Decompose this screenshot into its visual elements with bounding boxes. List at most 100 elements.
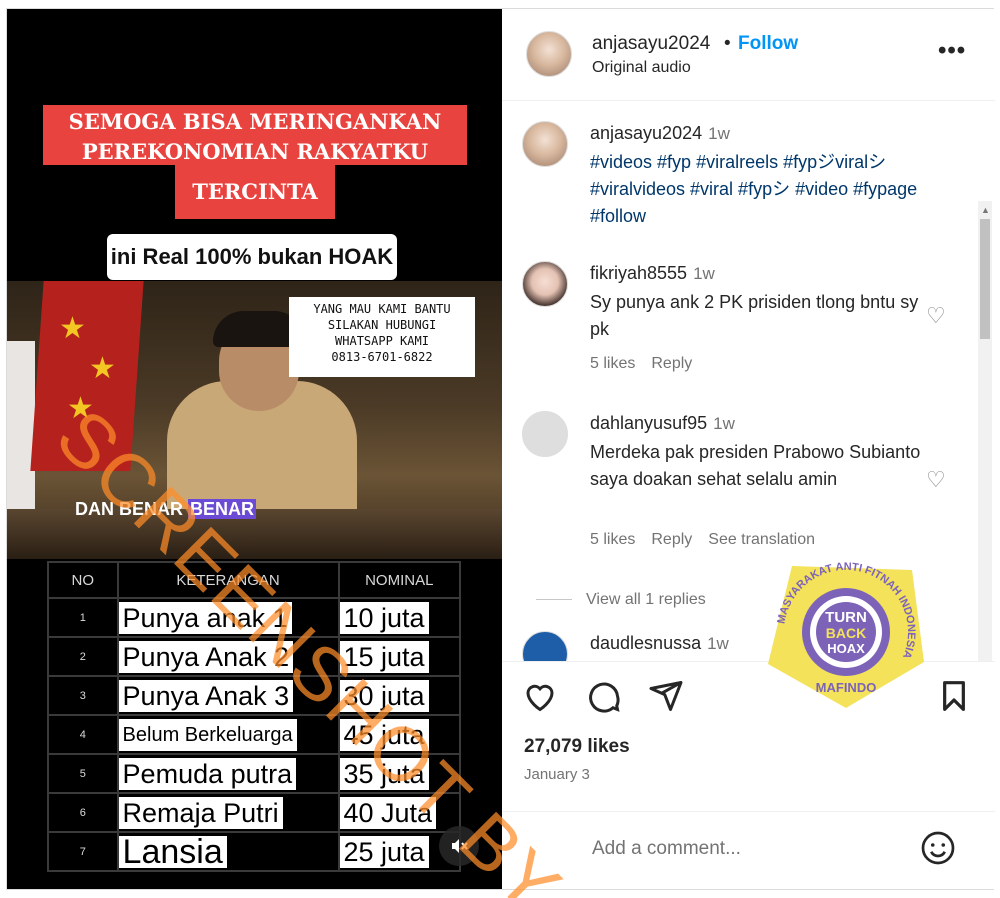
follow-button[interactable]: Follow bbox=[738, 33, 798, 55]
comment-likes[interactable]: 5 likes bbox=[590, 531, 635, 548]
post-header: anjasayu2024 • Follow Original audio ••• bbox=[502, 9, 995, 101]
comment-text: Sy punya ank 2 PK prisiden tlong bntu sy… bbox=[590, 292, 919, 339]
table-cell-no: 7 bbox=[47, 831, 119, 872]
table-header: KETERANGAN bbox=[116, 561, 340, 599]
table-cell-no: 2 bbox=[47, 636, 119, 677]
comment-username[interactable]: anjasayu2024 bbox=[590, 123, 702, 143]
badge-back: BACK bbox=[826, 625, 866, 641]
table-cell-keterangan: Lansia bbox=[116, 831, 340, 872]
table-header: NO bbox=[47, 561, 119, 599]
table-cell-nominal: 15 juta bbox=[337, 636, 461, 677]
keterangan-text: Lansia bbox=[118, 835, 227, 869]
share-paper-plane-icon[interactable] bbox=[648, 678, 684, 714]
table-cell-keterangan: Remaja Putri bbox=[116, 792, 340, 833]
contact-line: WHATSAPP KAMI bbox=[335, 334, 429, 348]
table-cell-no: 5 bbox=[47, 753, 119, 794]
table-cell-no: 1 bbox=[47, 597, 119, 638]
avatar[interactable] bbox=[522, 121, 568, 167]
table-cell-nominal: 40 Juta bbox=[337, 792, 461, 833]
comment-time[interactable]: 1w bbox=[708, 124, 730, 143]
view-replies-link[interactable]: View all 1 replies bbox=[586, 591, 706, 609]
nominal-text: 30 juta bbox=[339, 679, 429, 712]
comment-username[interactable]: fikriyah8555 bbox=[590, 263, 687, 283]
table-cell-no: 3 bbox=[47, 675, 119, 716]
keterangan-text: Belum Berkeluarga bbox=[118, 718, 297, 751]
subtitle-highlight: BENAR bbox=[188, 499, 257, 519]
comment-meta: 5 likes Reply See translation bbox=[590, 531, 831, 549]
table-row: 5 Pemuda putra 35 juta bbox=[47, 753, 461, 794]
table-row: 4 Belum Berkeluarga 45 juta bbox=[47, 714, 461, 755]
more-options-icon[interactable]: ••• bbox=[938, 37, 966, 65]
nominal-text: 10 juta bbox=[339, 601, 429, 634]
comment-bubble-icon[interactable] bbox=[586, 678, 622, 714]
nominal-text: 45 juta bbox=[339, 718, 429, 751]
comment-time[interactable]: 1w bbox=[713, 414, 735, 433]
speaker-muted-icon bbox=[452, 839, 468, 853]
nominal-text: 40 Juta bbox=[339, 796, 437, 829]
table-cell-keterangan: Punya Anak 2 bbox=[116, 636, 340, 677]
comment-username[interactable]: daudlesnussa bbox=[590, 633, 701, 653]
contact-line: YANG MAU KAMI BANTU bbox=[313, 302, 451, 316]
comment-likes[interactable]: 5 likes bbox=[590, 355, 635, 372]
comments-scrollbar[interactable]: ▲ ▼ bbox=[978, 201, 992, 661]
emoji-icon[interactable] bbox=[920, 830, 956, 866]
mute-button[interactable] bbox=[439, 826, 479, 866]
avatar[interactable] bbox=[526, 31, 572, 77]
save-bookmark-icon[interactable] bbox=[938, 678, 970, 714]
nominal-text: 35 juta bbox=[339, 757, 429, 790]
comment-input[interactable]: Add a comment... bbox=[592, 838, 741, 860]
heart-outline-icon[interactable]: ♡ bbox=[926, 303, 946, 329]
scroll-thumb[interactable] bbox=[980, 219, 990, 339]
badge-hoax: HOAX bbox=[827, 641, 865, 656]
table-cell-nominal: 35 juta bbox=[337, 753, 461, 794]
keterangan-text: Remaja Putri bbox=[118, 796, 283, 829]
keterangan-text: Pemuda putra bbox=[118, 757, 297, 790]
table-row: 1 Punya anak 1 10 juta bbox=[47, 597, 461, 638]
table-row: 6 Remaja Putri 40 Juta bbox=[47, 792, 461, 833]
separator-dot: • bbox=[724, 33, 731, 54]
like-heart-icon[interactable] bbox=[522, 678, 558, 714]
table-cell-no: 6 bbox=[47, 792, 119, 833]
table-cell-nominal: 30 juta bbox=[337, 675, 461, 716]
video-subtitle: DAN BENAR BENAR bbox=[75, 499, 257, 520]
caption-hashtags[interactable]: #videos #fyp #viralreels #fypジviralシ #vi… bbox=[590, 149, 940, 230]
comment-time[interactable]: 1w bbox=[707, 634, 729, 653]
nominal-table: NO KETERANGAN NOMINAL 1 Punya anak 1 10 ju… bbox=[47, 561, 461, 872]
subtitle-text: DAN BENAR bbox=[75, 499, 189, 519]
reply-button[interactable]: Reply bbox=[651, 355, 692, 372]
keterangan-text: Punya Anak 2 bbox=[118, 640, 294, 673]
comment-username[interactable]: dahlanyusuf95 bbox=[590, 413, 707, 433]
see-translation-link[interactable]: See translation bbox=[708, 531, 815, 548]
comment-time[interactable]: 1w bbox=[693, 264, 715, 283]
avatar[interactable] bbox=[522, 631, 568, 661]
scroll-up-icon[interactable]: ▲ bbox=[981, 205, 990, 215]
red-flag bbox=[30, 281, 144, 471]
keterangan-text: Punya Anak 3 bbox=[118, 679, 294, 712]
video-banner-top: SEMOGA BISA MERINGANKAN PEREKONOMIAN RAK… bbox=[43, 105, 467, 165]
heart-outline-icon[interactable]: ♡ bbox=[926, 467, 946, 493]
banner-line-2: PEREKONOMIAN RAKYATKU bbox=[81, 139, 429, 164]
table-cell-keterangan: Belum Berkeluarga bbox=[116, 714, 340, 755]
keterangan-text: Punya anak 1 bbox=[118, 601, 292, 634]
nominal-text: 25 juta bbox=[339, 835, 429, 868]
post-side-panel: anjasayu2024 • Follow Original audio •••… bbox=[502, 9, 995, 889]
reply-button[interactable]: Reply bbox=[651, 531, 692, 548]
avatar[interactable] bbox=[522, 411, 568, 457]
table-header: NOMINAL bbox=[337, 561, 461, 599]
badge-mafindo: MAFINDO bbox=[816, 680, 877, 695]
post-date[interactable]: January 3 bbox=[524, 766, 590, 783]
reel-video[interactable]: SEMOGA BISA MERINGANKAN PEREKONOMIAN RAK… bbox=[7, 9, 502, 889]
comment-meta: 5 likes Reply bbox=[590, 355, 708, 373]
audio-link[interactable]: Original audio bbox=[592, 59, 691, 77]
contact-line: SILAKAN HUBUNGI bbox=[327, 318, 437, 332]
mafindo-turnbackhoax-badge: MASYARAKAT ANTI FITNAH INDONESIA TURN BA… bbox=[768, 561, 924, 708]
contact-box: YANG MAU KAMI BANTU SILAKAN HUBUNGI WHAT… bbox=[289, 297, 475, 377]
table-cell-keterangan: Punya anak 1 bbox=[116, 597, 340, 638]
author-username[interactable]: anjasayu2024 bbox=[592, 33, 710, 55]
table-cell-nominal: 10 juta bbox=[337, 597, 461, 638]
likes-count[interactable]: 27,079 likes bbox=[524, 736, 630, 758]
table-cell-keterangan: Pemuda putra bbox=[116, 753, 340, 794]
avatar[interactable] bbox=[522, 261, 568, 307]
flag-star-icon: ★ bbox=[67, 392, 94, 425]
comment-text: Merdeka pak presiden Prabowo Subianto sa… bbox=[590, 442, 921, 489]
